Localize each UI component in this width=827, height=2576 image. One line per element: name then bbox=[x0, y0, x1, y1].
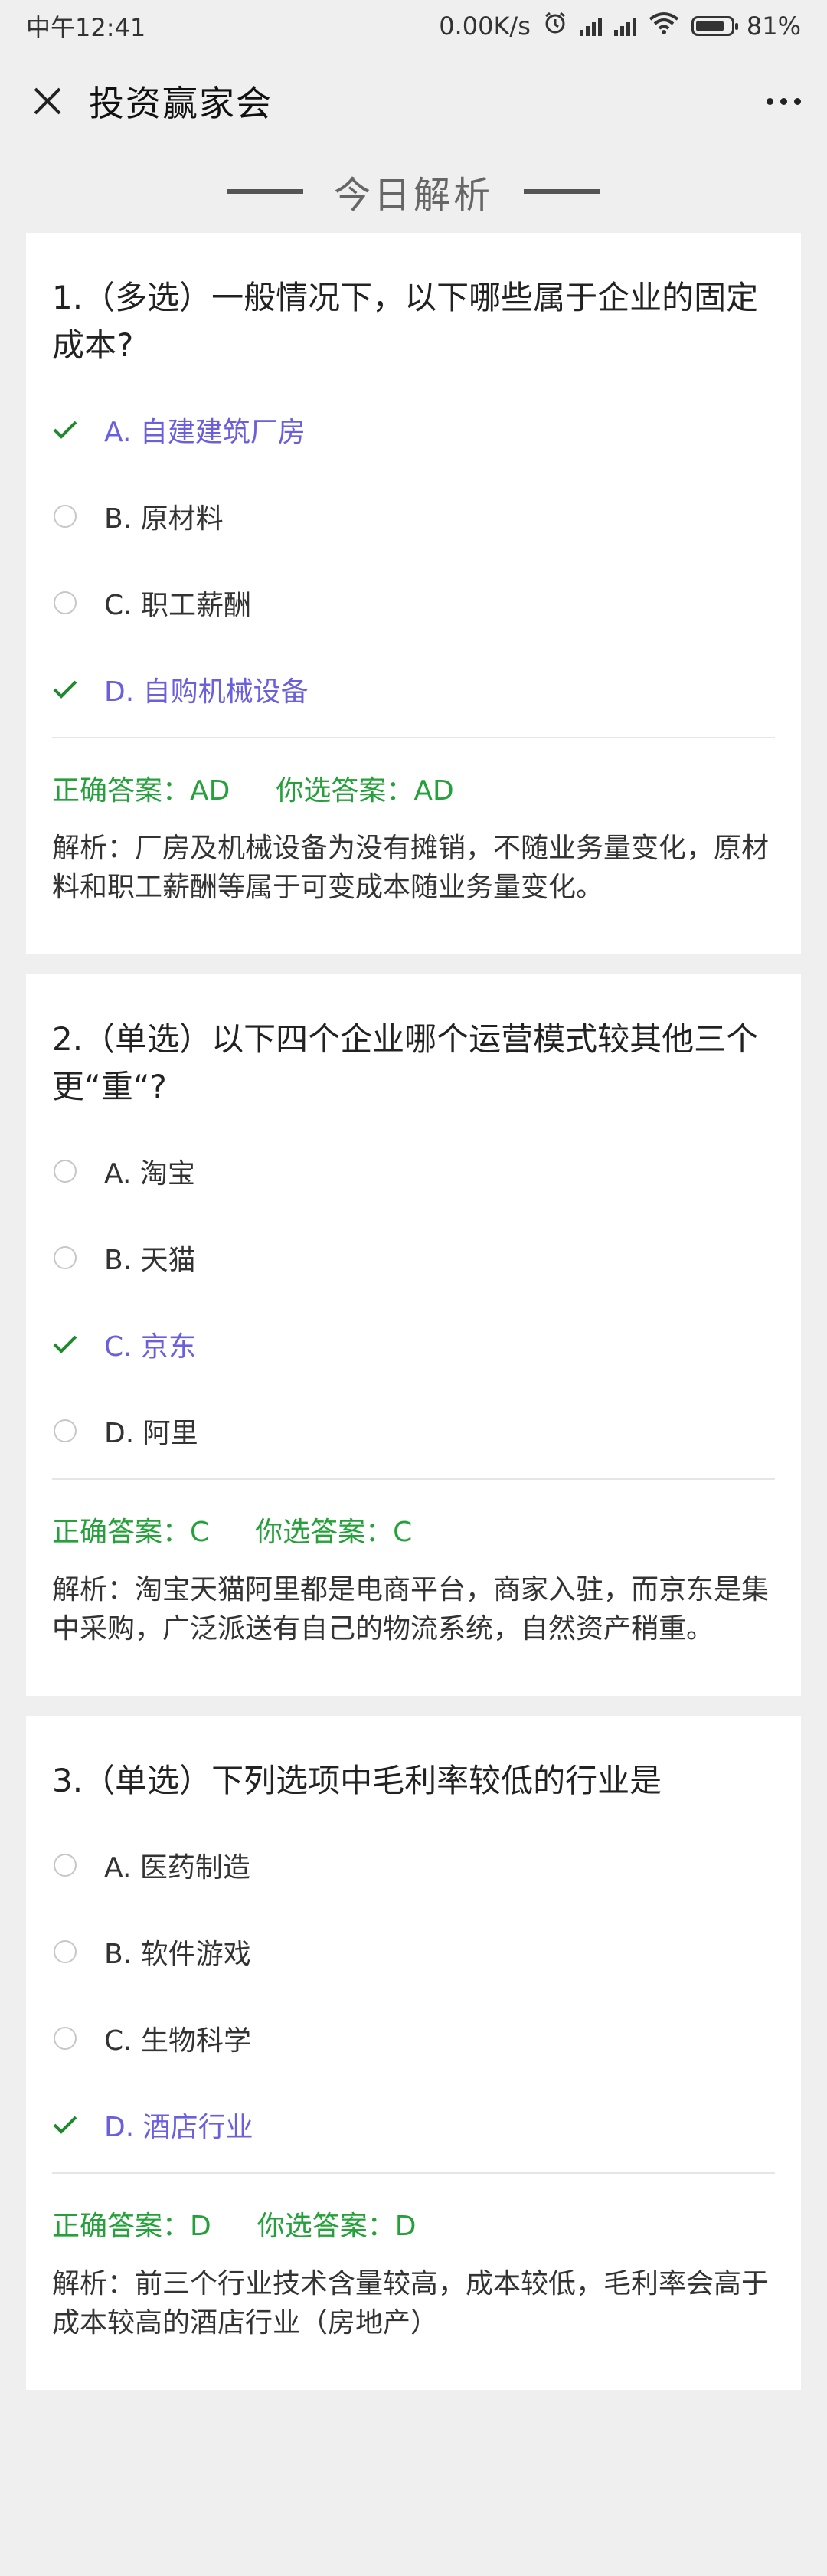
explanation: 解析：前三个行业技术含量较高，成本较低，毛利率会高于成本较高的酒店行业（房地产） bbox=[52, 2268, 770, 2339]
question-title: 3.（单选）下列选项中毛利率较低的行业是 bbox=[52, 1762, 662, 1799]
question-title: 2.（单选）以下四个企业哪个运营模式较其他三个更“重“? bbox=[52, 1020, 759, 1105]
section-divider-right bbox=[524, 189, 600, 194]
option-label: D. 自购机械设备 bbox=[104, 676, 309, 708]
check-icon bbox=[52, 1331, 78, 1357]
question-card: 1.（多选）一般情况下，以下哪些属于企业的固定成本? A. 自建建筑厂房 B. 原… bbox=[26, 233, 801, 954]
close-icon[interactable] bbox=[26, 80, 69, 123]
status-icons: 0.00K/s 81% bbox=[439, 11, 801, 41]
your-answer: 你选答案：D bbox=[257, 2211, 417, 2242]
status-bar: 中午12:41 0.00K/s 81% bbox=[0, 0, 827, 52]
option-list: A. 医药制造 B. 软件游戏 C. 生物科学 D. 酒店行业 bbox=[52, 1822, 775, 2168]
radio-icon bbox=[52, 1418, 78, 1444]
question-card: 2.（单选）以下四个企业哪个运营模式较其他三个更“重“? A. 淘宝 B. 天猫 C… bbox=[26, 974, 801, 1696]
option-label: C. 生物科学 bbox=[104, 2024, 252, 2057]
radio-icon bbox=[52, 590, 78, 616]
option-item[interactable]: A. 淘宝 bbox=[52, 1128, 775, 1214]
more-icon[interactable] bbox=[767, 97, 801, 105]
correct-answer: 正确答案：C bbox=[52, 1517, 210, 1548]
check-icon bbox=[52, 676, 78, 702]
your-answer: 你选答案：AD bbox=[276, 775, 454, 807]
check-icon bbox=[52, 417, 78, 443]
option-item[interactable]: C. 生物科学 bbox=[52, 1995, 775, 2081]
option-label: D. 阿里 bbox=[104, 1417, 198, 1449]
divider bbox=[52, 737, 775, 738]
option-item[interactable]: D. 自购机械设备 bbox=[52, 646, 775, 732]
wifi-icon bbox=[649, 11, 679, 41]
option-item[interactable]: C. 职工薪酬 bbox=[52, 559, 775, 646]
radio-icon bbox=[52, 1939, 78, 1965]
battery-icon bbox=[691, 16, 738, 36]
option-label: B. 软件游戏 bbox=[104, 1938, 251, 1970]
option-label: A. 自建建筑厂房 bbox=[104, 416, 306, 448]
explanation: 解析：厂房及机械设备为没有摊销，不随业务量变化，原材料和职工薪酬等属于可变成本随… bbox=[52, 833, 770, 903]
answer-row: 正确答案：C 你选答案：C bbox=[52, 1497, 775, 1563]
explanation: 解析：淘宝天猫阿里都是电商平台，商家入驻，而京东是集中采购，广泛派送有自己的物流… bbox=[52, 1574, 770, 1645]
option-item[interactable]: B. 软件游戏 bbox=[52, 1908, 775, 1995]
page-title: 投资赢家会 bbox=[89, 83, 273, 124]
option-label: A. 淘宝 bbox=[104, 1157, 195, 1190]
battery-fill bbox=[695, 21, 724, 31]
correct-answer: 正确答案：D bbox=[52, 2211, 211, 2242]
section-divider-left bbox=[226, 189, 303, 194]
radio-icon bbox=[52, 503, 78, 529]
option-label: C. 京东 bbox=[104, 1331, 197, 1363]
option-item[interactable]: D. 酒店行业 bbox=[52, 2081, 775, 2168]
question-title: 1.（多选）一般情况下，以下哪些属于企业的固定成本? bbox=[52, 279, 759, 364]
your-answer: 你选答案：C bbox=[255, 1517, 413, 1548]
question-list: 1.（多选）一般情况下，以下哪些属于企业的固定成本? A. 自建建筑厂房 B. 原… bbox=[0, 233, 827, 2390]
signal-icon-2 bbox=[613, 16, 636, 36]
radio-icon bbox=[52, 1158, 78, 1184]
option-label: D. 酒店行业 bbox=[104, 2111, 253, 2143]
option-item[interactable]: A. 医药制造 bbox=[52, 1822, 775, 1908]
option-label: B. 原材料 bbox=[104, 502, 224, 535]
correct-answer: 正确答案：AD bbox=[52, 775, 230, 807]
option-item[interactable]: D. 阿里 bbox=[52, 1387, 775, 1474]
option-label: B. 天猫 bbox=[104, 1244, 196, 1276]
option-label: A. 医药制造 bbox=[104, 1851, 250, 1884]
radio-icon bbox=[52, 1245, 78, 1271]
answer-row: 正确答案：D 你选答案：D bbox=[52, 2191, 775, 2257]
signal-icon bbox=[579, 16, 602, 36]
option-list: A. 淘宝 B. 天猫 C. 京东 D. 阿里 bbox=[52, 1128, 775, 1474]
question-card: 3.（单选）下列选项中毛利率较低的行业是 A. 医药制造 B. 软件游戏 C. 生物… bbox=[26, 1716, 801, 2390]
answer-row: 正确答案：AD 你选答案：AD bbox=[52, 755, 775, 821]
status-time: 中午12:41 bbox=[26, 13, 146, 42]
option-list: A. 自建建筑厂房 B. 原材料 C. 职工薪酬 D. 自购机械设备 bbox=[52, 386, 775, 732]
option-item[interactable]: A. 自建建筑厂房 bbox=[52, 386, 775, 473]
alarm-icon bbox=[543, 11, 567, 41]
option-label: C. 职工薪酬 bbox=[104, 589, 252, 621]
section-header: 今日解析 bbox=[0, 150, 827, 233]
nav-bar: 投资赢家会 bbox=[0, 52, 827, 150]
battery-percent: 81% bbox=[746, 11, 801, 41]
option-item[interactable]: C. 京东 bbox=[52, 1301, 775, 1387]
option-item[interactable]: B. 原材料 bbox=[52, 473, 775, 559]
radio-icon bbox=[52, 2025, 78, 2051]
option-item[interactable]: B. 天猫 bbox=[52, 1214, 775, 1301]
section-title: 今日解析 bbox=[333, 174, 493, 217]
divider bbox=[52, 1478, 775, 1480]
check-icon bbox=[52, 2112, 78, 2138]
radio-icon bbox=[52, 1852, 78, 1878]
network-speed: 0.00K/s bbox=[439, 11, 531, 41]
divider bbox=[52, 2172, 775, 2174]
